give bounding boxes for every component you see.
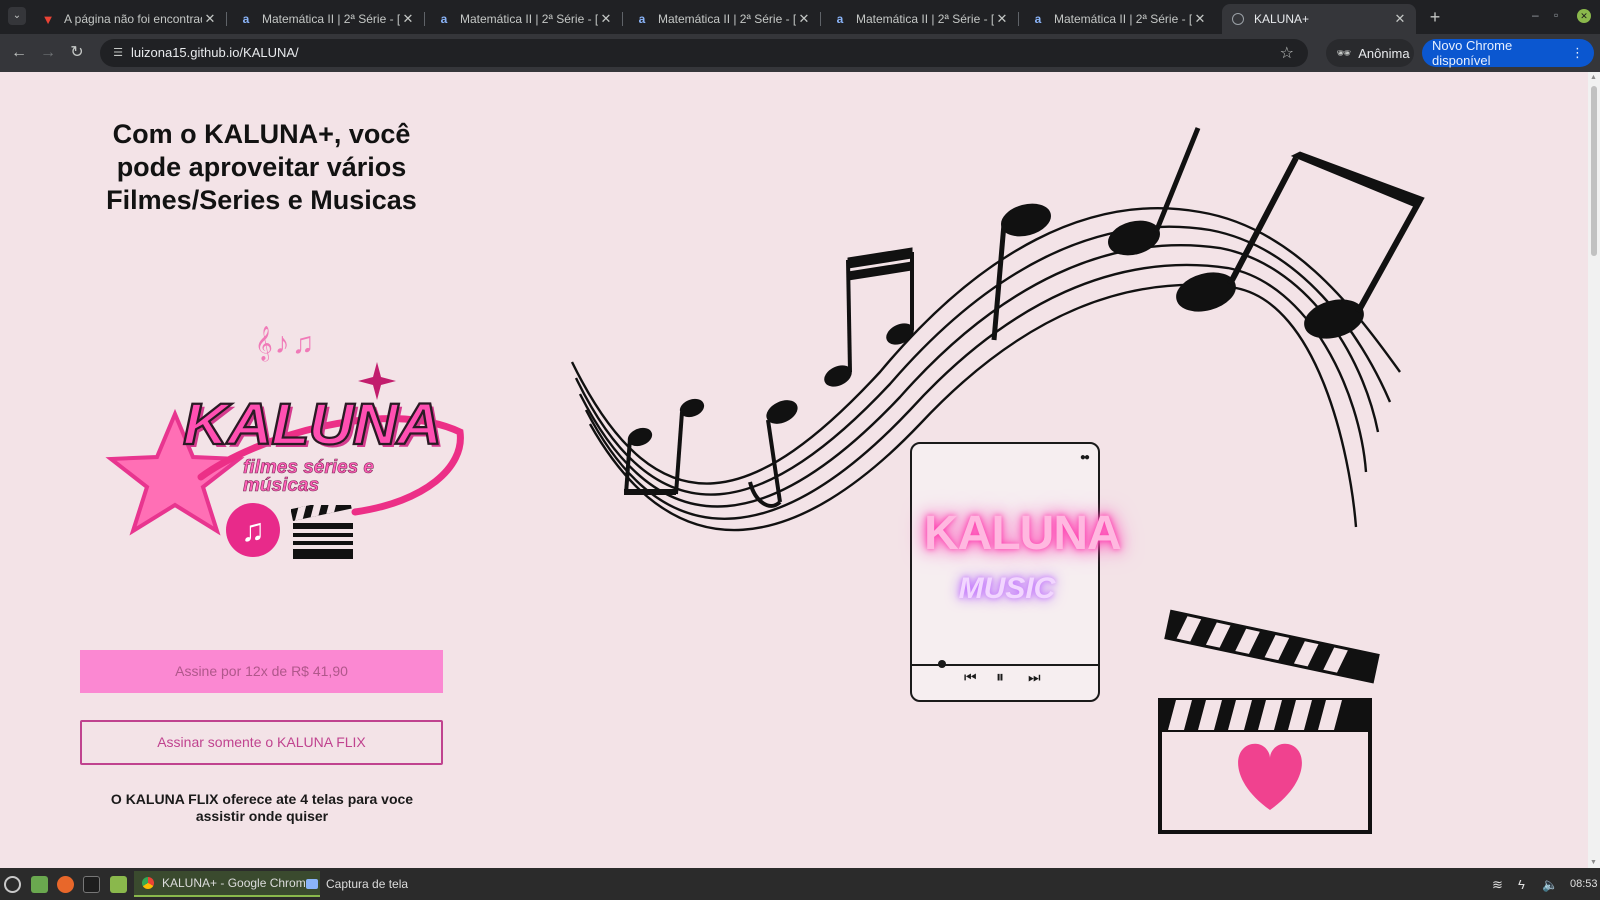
close-icon[interactable]: ✕ xyxy=(400,11,416,27)
firefox-icon[interactable] xyxy=(57,876,74,893)
terminal-icon[interactable] xyxy=(83,876,100,893)
globe-icon xyxy=(1232,13,1244,25)
scroll-down-icon[interactable]: ▼ xyxy=(1590,859,1597,866)
back-button[interactable]: ← xyxy=(8,42,30,64)
show-desktop-icon[interactable] xyxy=(31,876,48,893)
error-icon: ▼ xyxy=(41,11,55,27)
tab-matematica-5[interactable]: a Matemática II | 2ª Série - [2024] ✕ xyxy=(1022,4,1216,34)
browser-toolbar: ← → ↻ ☰ luizona15.github.io/KALUNA/ ☆ 🕶 … xyxy=(0,34,1600,72)
chrome-icon xyxy=(142,877,154,889)
tab-kaluna[interactable]: KALUNA+ ✕ xyxy=(1222,4,1416,34)
tab-strip: ⌄ ▼ A página não foi encontrada ✕ a Mate… xyxy=(0,0,1600,34)
more-menu-icon[interactable]: ⋮ xyxy=(1571,45,1584,61)
page-content: Com o KALUNA+, você pode aproveitar vári… xyxy=(0,72,1588,868)
clock[interactable]: 08:53 xyxy=(1570,878,1598,890)
window-close-button[interactable]: ✕ xyxy=(1577,9,1591,23)
page-scrollbar[interactable]: ▲ ▼ xyxy=(1588,72,1600,868)
tab-search-chevron-icon[interactable]: ⌄ xyxy=(8,7,26,25)
close-icon[interactable]: ✕ xyxy=(994,11,1010,27)
camera-dots-icon: ●● xyxy=(1079,452,1090,463)
close-icon[interactable]: ✕ xyxy=(598,11,614,27)
file-manager-icon[interactable] xyxy=(110,876,127,893)
a-icon: a xyxy=(638,12,646,26)
tab-matematica-3[interactable]: a Matemática II | 2ª Série - [2024] ✕ xyxy=(626,4,821,34)
maximize-icon[interactable]: ▫ xyxy=(1554,8,1558,22)
close-icon[interactable]: ✕ xyxy=(1192,11,1208,27)
previous-icon[interactable]: ⏮ xyxy=(964,669,977,686)
power-icon[interactable]: ϟ xyxy=(1518,877,1525,892)
pause-icon[interactable]: ⏸ xyxy=(996,669,1004,687)
phone-neon-subtitle: MUSIC xyxy=(958,572,1056,605)
close-icon[interactable]: ✕ xyxy=(1392,11,1408,27)
taskbar-screenshot-window[interactable]: Captura de tela xyxy=(298,871,416,897)
scroll-thumb[interactable] xyxy=(1591,86,1597,256)
tab-matematica-2[interactable]: a Matemática II | 2ª Série - [2024] ✕ xyxy=(428,4,623,34)
tab-matematica-4[interactable]: a Matemática II | 2ª Série - [2024] ✕ xyxy=(824,4,1019,34)
chrome-update-button[interactable]: Novo Chrome disponível ⋮ xyxy=(1422,38,1594,68)
tab-page-not-found[interactable]: ▼ A página não foi encontrada ✕ xyxy=(32,4,227,34)
volume-icon[interactable]: 🔈 xyxy=(1542,877,1558,893)
bookmark-star-icon[interactable]: ☆ xyxy=(1280,43,1294,63)
taskbar-chrome-window[interactable]: KALUNA+ - Google Chrome xyxy=(134,871,321,897)
close-icon[interactable]: ✕ xyxy=(796,11,812,27)
a-icon: a xyxy=(242,12,250,26)
os-taskbar: KALUNA+ - Google Chrome Captura de tela … xyxy=(0,868,1600,900)
next-icon[interactable]: ⏭ xyxy=(1028,669,1041,686)
address-bar[interactable]: ☰ luizona15.github.io/KALUNA/ ☆ xyxy=(100,39,1308,67)
progress-knob[interactable] xyxy=(938,660,946,668)
new-tab-button[interactable]: + xyxy=(1424,6,1446,28)
tab-matematica-1[interactable]: a Matemática II | 2ª Série - [2024] ✕ xyxy=(230,4,425,34)
minimize-icon[interactable]: – xyxy=(1532,8,1539,22)
scroll-up-icon[interactable]: ▲ xyxy=(1590,74,1597,81)
wifi-icon[interactable]: ≋ xyxy=(1492,877,1503,893)
incognito-icon: 🕶 xyxy=(1336,46,1352,60)
close-icon[interactable]: ✕ xyxy=(202,11,218,27)
a-icon: a xyxy=(1034,12,1042,26)
phone-neon-title: KALUNA xyxy=(924,507,1122,560)
reload-button[interactable]: ↻ xyxy=(66,42,88,64)
camera-icon xyxy=(306,879,318,889)
start-menu-icon[interactable] xyxy=(4,876,21,893)
site-settings-icon[interactable]: ☰ xyxy=(110,45,126,61)
music-player-phone: ●● KALUNA MUSIC ⏮ ⏸ ⏭ xyxy=(910,442,1122,702)
incognito-indicator[interactable]: 🕶 Anônima xyxy=(1326,39,1414,67)
a-icon: a xyxy=(440,12,448,26)
url-text[interactable]: luizona15.github.io/KALUNA/ xyxy=(131,45,299,60)
a-icon: a xyxy=(836,12,844,26)
music-staff-illustration xyxy=(570,127,1425,834)
forward-button[interactable]: → xyxy=(37,42,59,64)
